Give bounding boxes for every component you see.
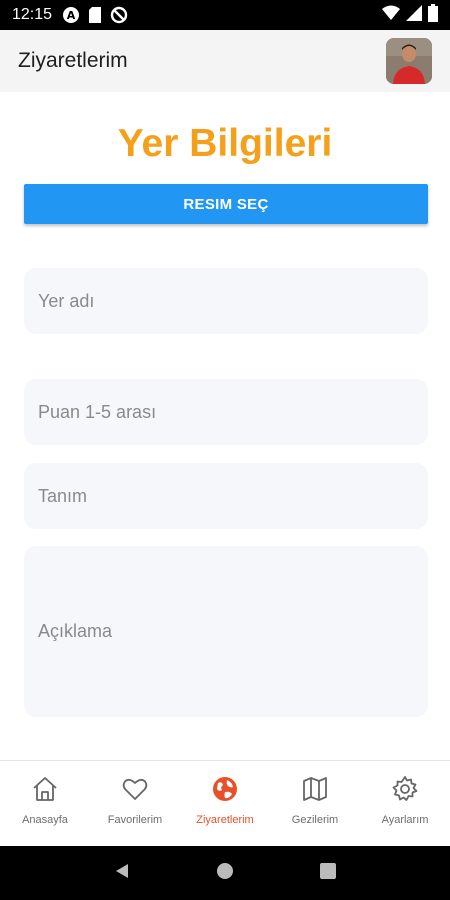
place-name-field[interactable]: Yer adı bbox=[24, 268, 428, 334]
nav-label-home: Anasayfa bbox=[22, 814, 68, 826]
definition-placeholder: Tanım bbox=[38, 485, 88, 506]
gear-icon bbox=[391, 775, 419, 808]
avatar[interactable] bbox=[386, 38, 432, 84]
heart-icon bbox=[121, 775, 149, 808]
globe-icon bbox=[211, 775, 239, 808]
nav-label-favorites: Favorilerim bbox=[107, 814, 163, 826]
description-field[interactable]: Açıklama bbox=[24, 546, 428, 717]
rating-placeholder: Puan 1-5 arası bbox=[38, 401, 157, 422]
nav-label-visits: Ziyaretlerim bbox=[196, 814, 254, 826]
bottom-navigation: Anasayfa Favorilerim Ziyaretlerim Gezile… bbox=[0, 760, 450, 846]
nav-item-visits[interactable]: Ziyaretlerim bbox=[180, 761, 270, 846]
map-icon bbox=[301, 775, 329, 808]
recents-icon[interactable] bbox=[319, 862, 337, 885]
do-not-disturb-icon bbox=[110, 6, 128, 24]
nav-label-trips: Gezilerim bbox=[291, 814, 339, 826]
nav-item-trips[interactable]: Gezilerim bbox=[270, 761, 360, 846]
app-bar-title: Ziyaretlerim bbox=[18, 49, 128, 72]
signal-icon bbox=[406, 4, 422, 26]
app-bar: Ziyaretlerim bbox=[0, 30, 450, 92]
home-icon bbox=[31, 775, 59, 808]
description-placeholder: Açıklama bbox=[38, 621, 113, 641]
battery-icon bbox=[428, 3, 438, 27]
pick-image-button[interactable]: RESIM SEÇ bbox=[24, 184, 428, 224]
back-icon[interactable] bbox=[113, 862, 131, 885]
rating-field[interactable]: Puan 1-5 arası bbox=[24, 379, 428, 445]
notification-a-icon: A bbox=[62, 6, 80, 24]
nav-label-settings: Ayarlarım bbox=[381, 814, 429, 826]
status-bar: 12:15 A bbox=[0, 0, 450, 30]
place-name-placeholder: Yer adı bbox=[38, 290, 95, 311]
nav-item-home[interactable]: Anasayfa bbox=[0, 761, 90, 846]
nav-item-settings[interactable]: Ayarlarım bbox=[360, 761, 450, 846]
nav-item-favorites[interactable]: Favorilerim bbox=[90, 761, 180, 846]
definition-field[interactable]: Tanım bbox=[24, 463, 428, 529]
wifi-icon bbox=[382, 5, 400, 26]
status-time: 12:15 bbox=[12, 6, 53, 23]
system-navigation-bar bbox=[0, 846, 450, 900]
sd-card-icon bbox=[88, 7, 102, 23]
svg-text:A: A bbox=[67, 9, 76, 22]
page-title: Yer Bilgileri bbox=[117, 122, 333, 165]
form-screen: Yer Bilgileri RESIM SEÇ Yer adı Puan 1-5… bbox=[0, 92, 450, 760]
home-circle-icon[interactable] bbox=[216, 862, 234, 885]
